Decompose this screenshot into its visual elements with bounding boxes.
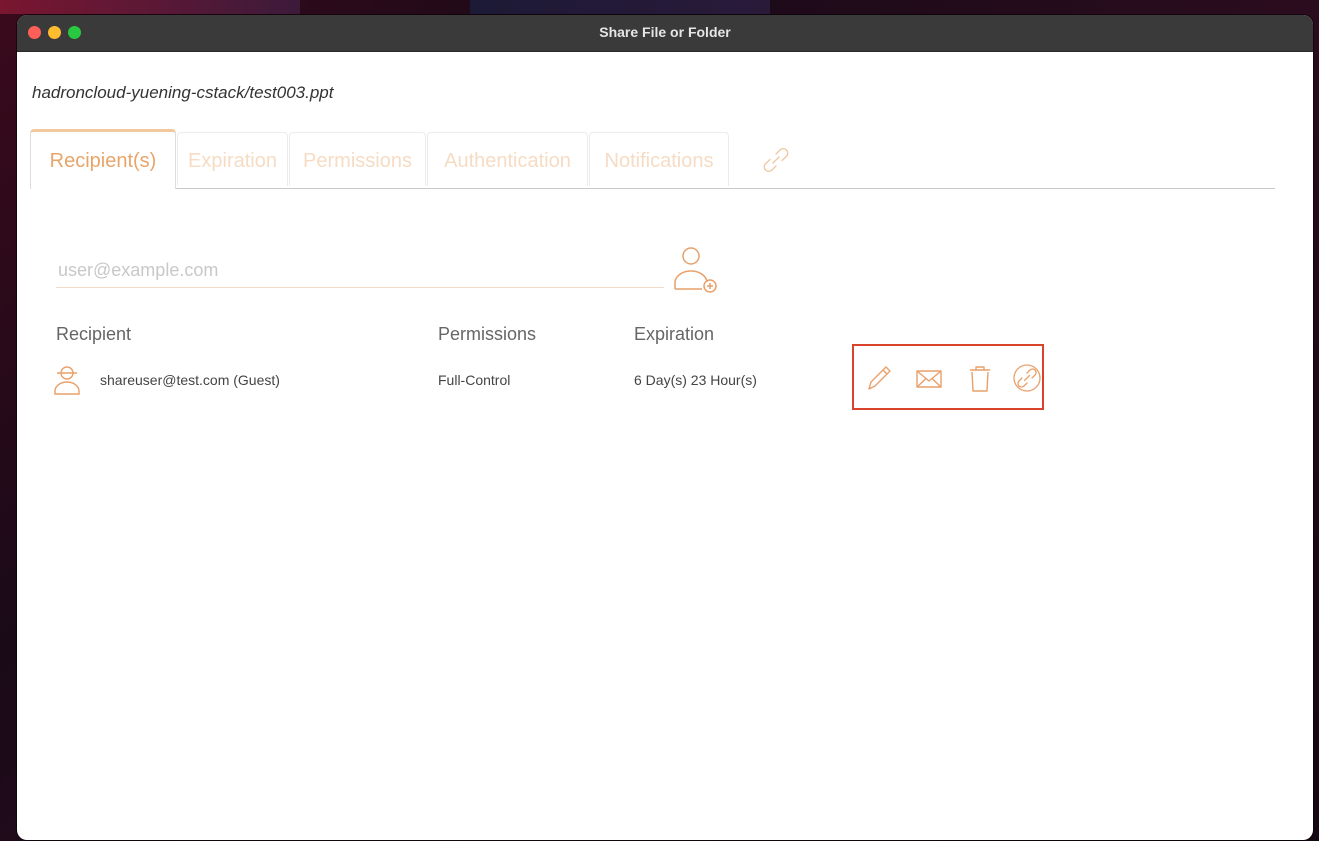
tab-permissions[interactable]: Permissions [289, 132, 426, 186]
table-row: shareuser@test.com (Guest) Full-Control … [17, 363, 1313, 399]
window-title: Share File or Folder [599, 24, 731, 40]
recipient-expiration: 6 Day(s) 23 Hour(s) [634, 372, 757, 388]
title-bar: Share File or Folder [17, 15, 1313, 52]
column-header-recipient: Recipient [56, 324, 132, 344]
desktop-background-accent [470, 0, 770, 14]
link-icon[interactable] [759, 143, 793, 177]
recipient-actions-highlight [852, 344, 1044, 410]
edit-icon[interactable] [864, 363, 894, 393]
email-icon[interactable] [914, 363, 944, 393]
recipient-email: shareuser@test.com (Guest) [100, 372, 280, 388]
recipient-permissions: Full-Control [438, 372, 511, 388]
link-icon[interactable] [1012, 363, 1042, 393]
delete-icon[interactable] [965, 363, 995, 393]
recipient-email-input[interactable] [56, 253, 664, 288]
column-header-permissions: Permissions [438, 324, 537, 344]
tab-notifications[interactable]: Notifications [589, 132, 729, 186]
tab-recipients[interactable]: Recipient(s) [30, 129, 176, 189]
tab-authentication[interactable]: Authentication [427, 132, 588, 186]
column-header-expiration: Expiration [634, 324, 715, 344]
file-path: hadroncloud-yuening-cstack/test003.ppt [32, 83, 334, 102]
tab-expiration[interactable]: Expiration [177, 132, 288, 186]
add-user-icon[interactable] [672, 244, 720, 296]
share-dialog-window: Share File or Folder hadroncloud-yuening… [17, 15, 1313, 840]
desktop-background-accent [0, 0, 300, 14]
guest-user-icon [54, 366, 80, 395]
tab-bar: Recipient(s) Expiration Permissions Auth… [30, 129, 1275, 189]
